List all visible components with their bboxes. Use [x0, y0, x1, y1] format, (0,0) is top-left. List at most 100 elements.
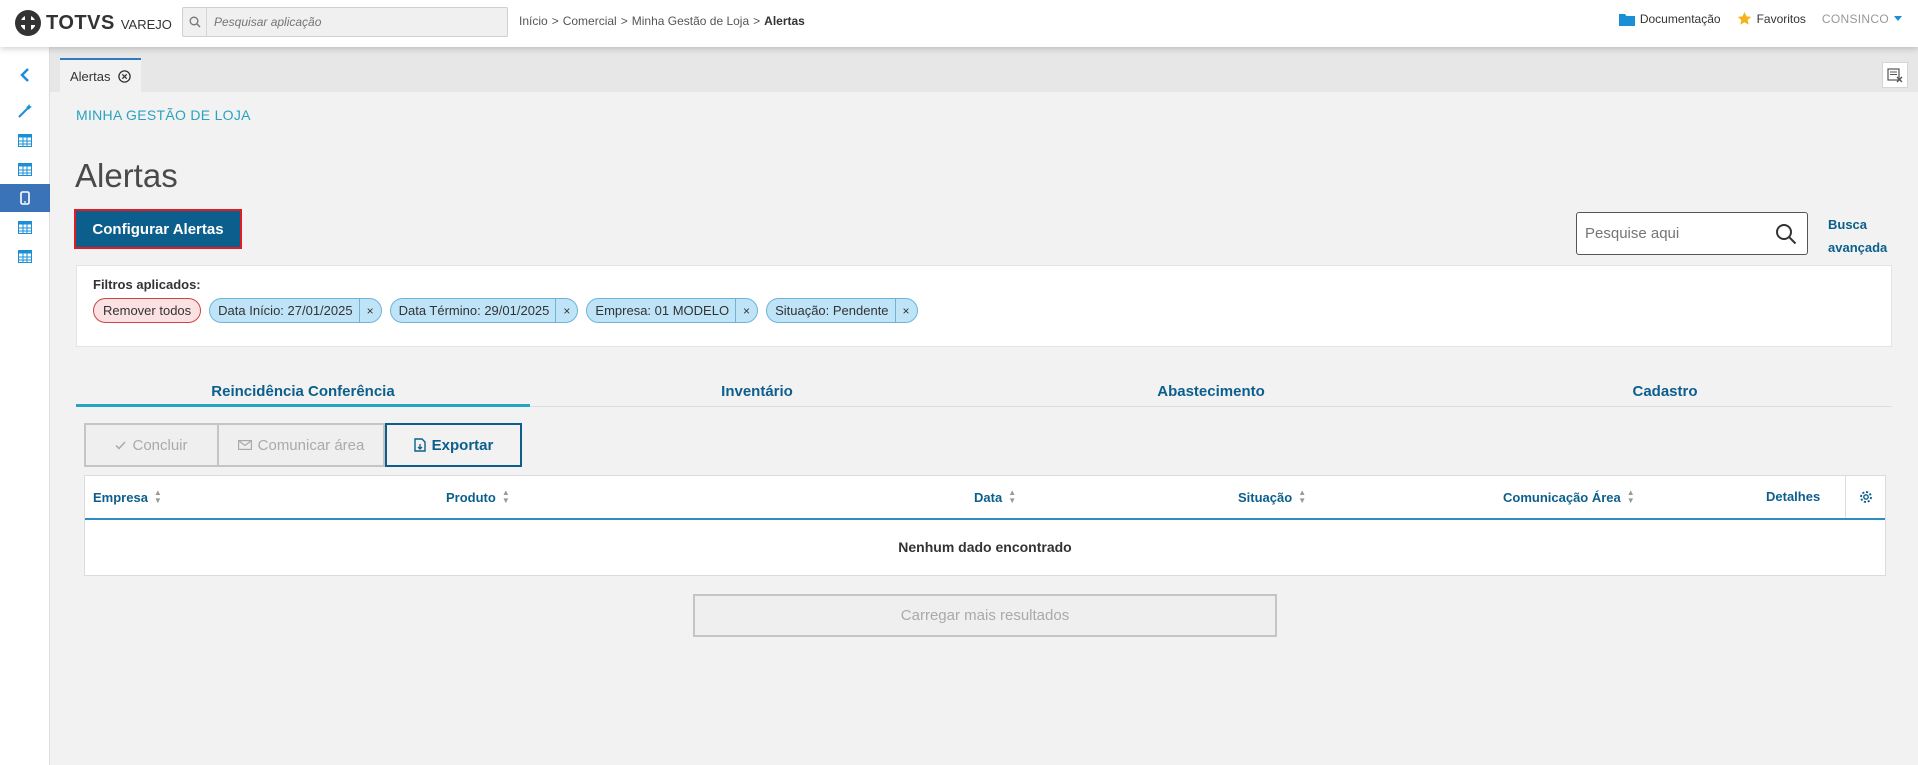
page-title: Alertas	[75, 157, 178, 194]
column-label: Detalhes	[1766, 489, 1821, 504]
sidebar-item-table-4[interactable]	[0, 242, 50, 270]
sidebar-item-wizard[interactable]	[0, 97, 50, 125]
column-label: Situação	[1238, 489, 1293, 505]
filter-chip-label: Data Término: 29/01/2025	[398, 303, 550, 318]
tab-alertas[interactable]: Alertas	[60, 58, 142, 92]
column-header-empresa[interactable]: Empresa ▲ ▼	[93, 489, 162, 505]
breadcrumb: Início > Comercial > Minha Gestão de Loj…	[519, 14, 805, 28]
left-sidebar	[0, 47, 50, 765]
sort-icon: ▲ ▼	[1626, 488, 1635, 505]
table-header: Empresa ▲ ▼ Produto ▲ ▼ Data ▲ ▼ Situação ▲…	[85, 476, 1885, 520]
sidebar-item-mobile[interactable]	[0, 184, 50, 212]
chevron-left-icon	[20, 68, 29, 82]
collapse-sidebar-button[interactable]	[0, 61, 50, 89]
logo-text: TOTVS	[46, 11, 115, 34]
search-box[interactable]	[1576, 212, 1808, 255]
table-icon	[18, 220, 32, 234]
star-icon	[1737, 11, 1751, 25]
breadcrumb-separator: >	[620, 14, 628, 28]
column-header-comunicacao-area[interactable]: Comunicação Área ▲ ▼	[1503, 489, 1635, 505]
header-actions: Documentação Favoritos CONSINCO	[1603, 11, 1902, 26]
close-circle-icon[interactable]	[118, 69, 132, 83]
load-more-button[interactable]: Carregar mais resultados	[693, 594, 1277, 637]
column-header-detalhes: Detalhes	[1766, 489, 1820, 504]
remove-filter-icon[interactable]: ×	[894, 299, 917, 322]
search-input[interactable]	[1585, 225, 1775, 242]
column-label: Produto	[446, 489, 496, 505]
configure-alerts-button[interactable]: Configurar Alertas	[74, 209, 242, 249]
table-settings-button[interactable]	[1845, 476, 1885, 518]
top-header: TOTVS VAREJO Início > Comercial > Minha …	[0, 0, 1918, 47]
breadcrumb-item-current: Alertas	[764, 14, 805, 28]
breadcrumb-separator: >	[753, 14, 761, 28]
search-icon	[183, 8, 207, 36]
breadcrumb-item-minha-gestao[interactable]: Minha Gestão de Loja	[632, 14, 749, 28]
sidebar-item-table-3[interactable]	[0, 213, 50, 241]
sort-icon: ▲ ▼	[501, 488, 510, 505]
table-icon	[18, 133, 32, 147]
concluir-button[interactable]: Concluir	[84, 423, 219, 467]
alert-category-tabs: Reincidência Conferência Inventário Abas…	[76, 375, 1892, 407]
remove-filter-icon[interactable]: ×	[735, 299, 757, 322]
sidebar-item-table-2[interactable]	[0, 155, 50, 183]
column-header-data[interactable]: Data ▲ ▼	[974, 489, 1016, 505]
open-tabs-bar: Alertas	[50, 47, 1918, 92]
table-icon	[18, 162, 32, 176]
app-search-box[interactable]	[182, 7, 508, 37]
remove-filter-icon[interactable]: ×	[358, 299, 381, 322]
column-header-situacao[interactable]: Situação ▲ ▼	[1238, 489, 1306, 505]
table-icon	[18, 249, 32, 263]
column-label: Empresa	[93, 489, 148, 505]
breadcrumb-item-comercial[interactable]: Comercial	[563, 14, 617, 28]
export-file-icon	[413, 438, 426, 452]
mobile-icon	[20, 191, 30, 205]
filters-label: Filtros aplicados:	[93, 277, 201, 292]
remove-all-filters-button[interactable]: Remover todos	[93, 298, 202, 323]
column-header-produto[interactable]: Produto ▲ ▼	[446, 489, 510, 505]
close-all-tabs-button[interactable]	[1882, 62, 1908, 88]
breadcrumb-item-inicio[interactable]: Início	[519, 14, 548, 28]
user-menu[interactable]: CONSINCO	[1822, 12, 1902, 26]
totvs-logo-icon	[15, 10, 41, 36]
logo-subtext: VAREJO	[120, 16, 172, 32]
table-actions: Concluir Comunicar área Exportar	[84, 423, 522, 467]
applied-filters-panel: Filtros aplicados: Remover todos Data In…	[76, 265, 1892, 347]
main-content: MINHA GESTÃO DE LOJA Alertas Configurar …	[50, 92, 1918, 765]
comunicar-area-button[interactable]: Comunicar área	[219, 423, 385, 467]
exportar-label: Exportar	[431, 436, 494, 454]
favorites-label: Favoritos	[1756, 11, 1806, 26]
filter-chip-label: Empresa: 01 MODELO	[595, 303, 730, 318]
comunicar-area-label: Comunicar área	[257, 436, 365, 454]
sort-icon: ▲ ▼	[1008, 488, 1017, 505]
documentation-link[interactable]: Documentação	[1618, 11, 1721, 26]
breadcrumb-separator: >	[551, 14, 559, 28]
exportar-button[interactable]: Exportar	[385, 423, 522, 467]
check-icon	[115, 440, 127, 450]
remove-filter-icon[interactable]: ×	[555, 299, 577, 322]
totvs-logo[interactable]: TOTVS VAREJO	[14, 8, 172, 38]
gear-icon	[1859, 491, 1872, 503]
tab-abastecimento[interactable]: Abastecimento	[984, 375, 1438, 406]
column-label: Comunicação Área	[1503, 489, 1621, 505]
advanced-search-link[interactable]: Busca avançada	[1828, 213, 1898, 259]
sidebar-item-table-1[interactable]	[0, 126, 50, 154]
empty-table-message: Nenhum dado encontrado	[898, 539, 1072, 555]
envelope-icon	[237, 440, 252, 450]
sort-icon: ▲ ▼	[1298, 488, 1307, 505]
magic-wand-icon	[18, 104, 32, 118]
filter-chip-empresa: Empresa: 01 MODELO ×	[586, 298, 759, 323]
filter-chip-situacao: Situação: Pendente ×	[766, 298, 918, 323]
tab-inventario[interactable]: Inventário	[530, 375, 984, 406]
favorites-link[interactable]: Favoritos	[1737, 11, 1806, 26]
tab-label: Alertas	[70, 68, 111, 84]
filter-chip-label: Data Início: 27/01/2025	[218, 303, 353, 318]
tab-reincidencia-conferencia[interactable]: Reincidência Conferência	[76, 375, 530, 407]
tab-cadastro[interactable]: Cadastro	[1438, 375, 1892, 406]
documentation-label: Documentação	[1639, 11, 1721, 26]
app-search-input[interactable]	[207, 15, 497, 29]
user-label: CONSINCO	[1821, 11, 1889, 26]
folder-icon	[1618, 13, 1635, 26]
column-label: Data	[974, 489, 1003, 505]
sort-icon: ▲ ▼	[153, 488, 162, 505]
search-icon[interactable]	[1775, 223, 1797, 245]
